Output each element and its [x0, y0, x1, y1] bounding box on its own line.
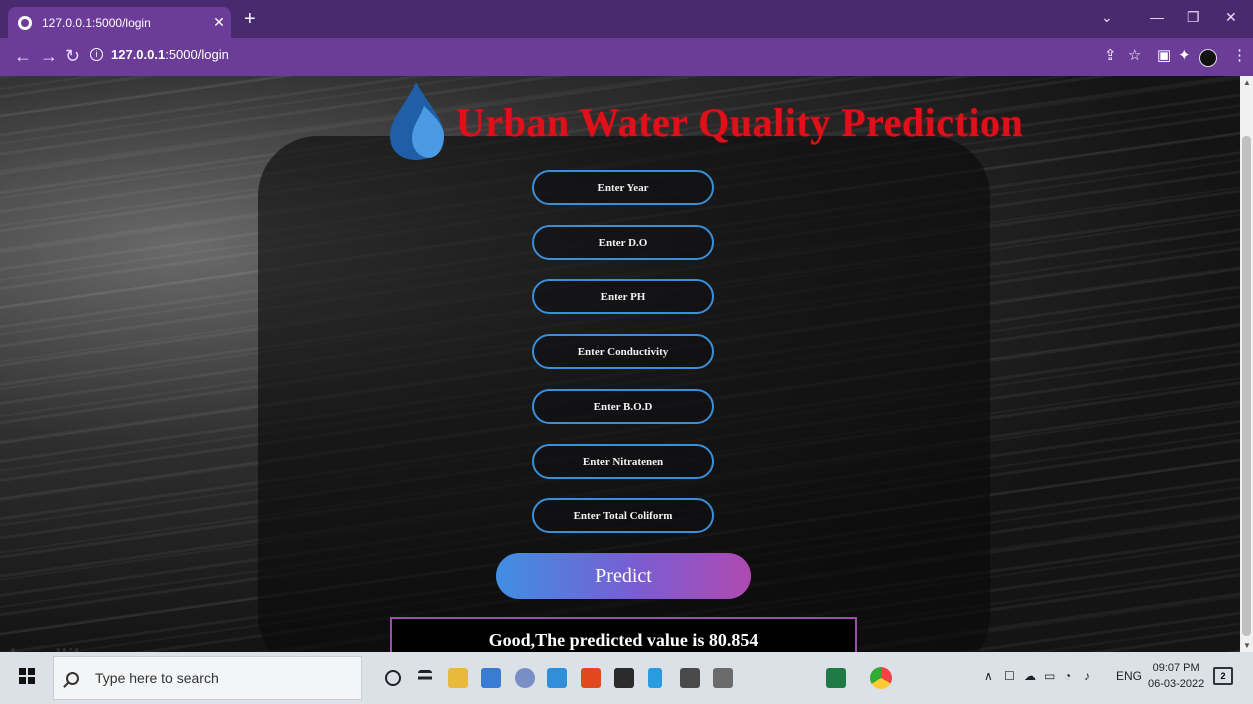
file-explorer-icon[interactable]	[448, 668, 468, 688]
tab-search-icon[interactable]: ⌄	[1101, 9, 1113, 26]
minimize-button[interactable]: —	[1150, 9, 1164, 25]
total-coliform-input[interactable]	[532, 498, 714, 533]
reading-list-icon[interactable]: ▣	[1157, 48, 1171, 64]
back-arrow-icon[interactable]: ←	[14, 47, 32, 65]
windows-taskbar: Type here to search ∧ ☐ ☁ ▭ ◔ ♪ ENG 09:0…	[0, 652, 1253, 704]
scroll-down-arrow-icon[interactable]: ▼	[1243, 641, 1251, 650]
language-indicator[interactable]: ENG	[1116, 669, 1142, 683]
page-title: Urban Water Quality Prediction	[456, 100, 1024, 145]
battery-icon[interactable]: ▭	[1044, 669, 1055, 683]
notification-center-icon[interactable]: 2	[1213, 667, 1233, 685]
share-icon[interactable]: ⇪	[1104, 48, 1117, 64]
office-icon[interactable]	[581, 668, 601, 688]
url-path: :5000/login	[165, 47, 229, 62]
more-menu-icon[interactable]: ⋮	[1232, 48, 1247, 64]
app-icon[interactable]	[680, 668, 700, 688]
address-bar-row: ← → ↻ i 127.0.0.1 :5000/login ⇪ ☆ ▣ ✦ ⋮	[0, 38, 1253, 76]
notepad-icon[interactable]	[648, 668, 662, 688]
cortana-icon[interactable]	[385, 670, 401, 686]
task-view-icon[interactable]	[418, 670, 432, 686]
close-window-button[interactable]: ✕	[1225, 9, 1237, 26]
scrollbar-thumb[interactable]	[1242, 136, 1251, 636]
onedrive-icon[interactable]: ☁	[1024, 669, 1036, 683]
taskbar-clock[interactable]: 09:07 PM 06-03-2022	[1148, 660, 1204, 692]
conductivity-input[interactable]	[532, 334, 714, 369]
year-input[interactable]	[532, 170, 714, 205]
tray-chevron-icon[interactable]: ∧	[984, 669, 993, 683]
extensions-puzzle-icon[interactable]: ✦	[1178, 48, 1191, 64]
background-watermark: headlikeanorange	[10, 644, 197, 652]
page-background: Urban Water Quality Prediction Predict G…	[0, 76, 1240, 652]
predict-button[interactable]: Predict	[496, 553, 751, 599]
ph-input[interactable]	[532, 279, 714, 314]
terminal-icon[interactable]	[614, 668, 634, 688]
page-scrollbar[interactable]: ▲ ▼	[1240, 76, 1253, 652]
search-placeholder: Type here to search	[95, 670, 219, 686]
profile-avatar[interactable]	[1199, 49, 1217, 67]
bod-input[interactable]	[532, 389, 714, 424]
forward-arrow-icon[interactable]: →	[40, 47, 58, 65]
close-tab-icon[interactable]: ✕	[207, 14, 231, 31]
wifi-icon[interactable]: ◔	[1064, 669, 1071, 683]
browser-tab[interactable]: 127.0.0.1:5000/login ✕	[8, 7, 231, 38]
windows-start-icon[interactable]	[19, 668, 35, 684]
url-host: 127.0.0.1	[111, 47, 166, 62]
bookmark-star-icon[interactable]: ☆	[1128, 48, 1141, 64]
url-field[interactable]: i 127.0.0.1 :5000/login	[90, 47, 229, 62]
browser-tab-strip: 127.0.0.1:5000/login ✕ + ⌄ — ❐ ✕	[0, 0, 1253, 38]
new-tab-button[interactable]: +	[244, 9, 256, 29]
water-drop-logo-icon	[390, 82, 444, 160]
globe-icon	[18, 15, 32, 30]
excel-icon[interactable]	[826, 668, 846, 688]
tab-title: 127.0.0.1:5000/login	[42, 15, 151, 30]
search-icon	[66, 671, 79, 685]
taskbar-search-box[interactable]: Type here to search	[53, 656, 362, 700]
photos-icon[interactable]	[547, 668, 567, 688]
chrome-icon[interactable]	[870, 667, 892, 689]
volume-icon[interactable]: ♪	[1084, 669, 1090, 683]
restore-button[interactable]: ❐	[1187, 9, 1200, 26]
window-app-icon[interactable]	[713, 668, 733, 688]
store-icon[interactable]	[481, 668, 501, 688]
do-input[interactable]	[532, 225, 714, 260]
prediction-result: Good,The predicted value is 80.854	[390, 617, 857, 652]
nitratenen-input[interactable]	[532, 444, 714, 479]
scroll-up-arrow-icon[interactable]: ▲	[1243, 78, 1251, 87]
clock-date: 06-03-2022	[1148, 678, 1205, 690]
paint-icon[interactable]	[515, 668, 535, 688]
site-info-icon[interactable]: i	[90, 48, 103, 61]
clock-time: 09:07 PM	[1152, 662, 1200, 674]
reload-icon[interactable]: ↻	[65, 47, 80, 65]
tray-app-icon[interactable]: ☐	[1004, 669, 1015, 683]
